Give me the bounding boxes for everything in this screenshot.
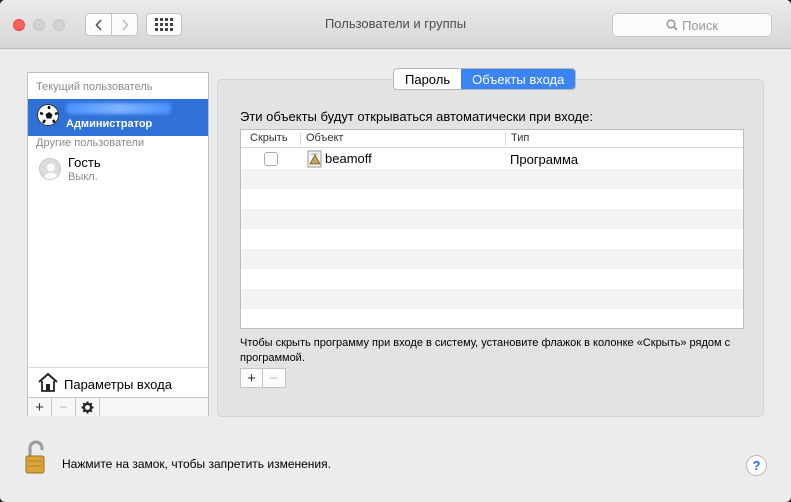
- unlocked-padlock-icon[interactable]: [24, 440, 48, 476]
- window-title: Пользователи и группы: [324, 16, 467, 31]
- window: Пользователи и группы Поиск Текущий поль…: [0, 0, 791, 502]
- user-role: Администратор: [66, 118, 153, 130]
- login-items-description: Эти объекты будут открываться автоматиче…: [240, 109, 593, 124]
- current-user-header: Текущий пользователь: [36, 81, 153, 93]
- column-header-hide[interactable]: Скрыть: [250, 132, 288, 144]
- column-divider: [505, 133, 506, 145]
- table-header: Скрыть Объект Тип: [241, 130, 743, 148]
- lock-hint-text: Нажмите на замок, чтобы запретить измене…: [62, 457, 331, 471]
- table-row-empty: [241, 309, 743, 328]
- login-options-label: Параметры входа: [64, 377, 172, 392]
- item-name: beamoff: [325, 151, 372, 166]
- close-window-button[interactable]: [13, 19, 25, 31]
- add-login-item-button[interactable]: +: [241, 369, 263, 387]
- action-menu-button[interactable]: [76, 398, 100, 416]
- guest-status: Выкл.: [68, 171, 98, 183]
- user-item-guest[interactable]: Гость Выкл.: [28, 153, 208, 189]
- application-icon: [307, 150, 322, 168]
- search-field[interactable]: Поиск: [612, 13, 772, 37]
- soccer-ball-avatar-icon: [37, 104, 59, 126]
- tab-bar: Пароль Объекты входа: [393, 68, 577, 90]
- title-bar: Пользователи и группы Поиск: [0, 0, 791, 49]
- table-row-empty: [241, 209, 743, 229]
- item-type: Программа: [510, 152, 579, 167]
- grid-icon: [155, 18, 173, 31]
- person-icon: [39, 158, 61, 180]
- column-header-item[interactable]: Объект: [306, 132, 343, 144]
- chevron-right-icon: [121, 18, 129, 31]
- tab-login-items[interactable]: Объекты входа: [461, 69, 576, 89]
- login-items-toolbar: + −: [240, 368, 286, 388]
- user-name-redacted: [66, 103, 171, 114]
- other-users-header: Другие пользователи: [36, 137, 145, 149]
- column-divider: [300, 133, 301, 145]
- table-row-empty: [241, 269, 743, 289]
- back-button[interactable]: [85, 13, 112, 36]
- zoom-window-button[interactable]: [53, 19, 65, 31]
- table-row-empty: [241, 169, 743, 189]
- column-header-type[interactable]: Тип: [511, 132, 529, 144]
- search-placeholder: Поиск: [681, 17, 719, 33]
- search-icon: [666, 19, 678, 31]
- table-row[interactable]: beamoff Программа: [241, 149, 743, 169]
- forward-button[interactable]: [111, 13, 138, 36]
- house-icon: [38, 372, 58, 392]
- remove-login-item-button[interactable]: −: [263, 369, 285, 387]
- sidebar-toolbar: + −: [28, 397, 208, 416]
- gear-icon: [81, 401, 94, 413]
- users-sidebar: Текущий пользователь Администратор Други…: [27, 72, 209, 416]
- tab-password[interactable]: Пароль: [394, 69, 461, 89]
- table-row-empty: [241, 229, 743, 249]
- table-row-empty: [241, 289, 743, 309]
- guest-name: Гость: [68, 155, 101, 170]
- chevron-left-icon: [94, 18, 102, 31]
- login-items-table: Скрыть Объект Тип beamoff Программа: [240, 129, 744, 329]
- remove-user-button[interactable]: −: [52, 398, 76, 416]
- table-row-empty: [241, 249, 743, 269]
- hide-hint-text: Чтобы скрыть программу при входе в систе…: [240, 337, 731, 364]
- show-all-button[interactable]: [146, 13, 182, 36]
- login-options-item[interactable]: Параметры входа: [28, 367, 208, 397]
- minimize-window-button[interactable]: [33, 19, 45, 31]
- hide-checkbox[interactable]: [264, 152, 278, 166]
- add-user-button[interactable]: +: [28, 398, 52, 416]
- help-button[interactable]: ?: [746, 455, 767, 476]
- table-row-empty: [241, 189, 743, 209]
- user-item-current[interactable]: Администратор: [28, 99, 208, 136]
